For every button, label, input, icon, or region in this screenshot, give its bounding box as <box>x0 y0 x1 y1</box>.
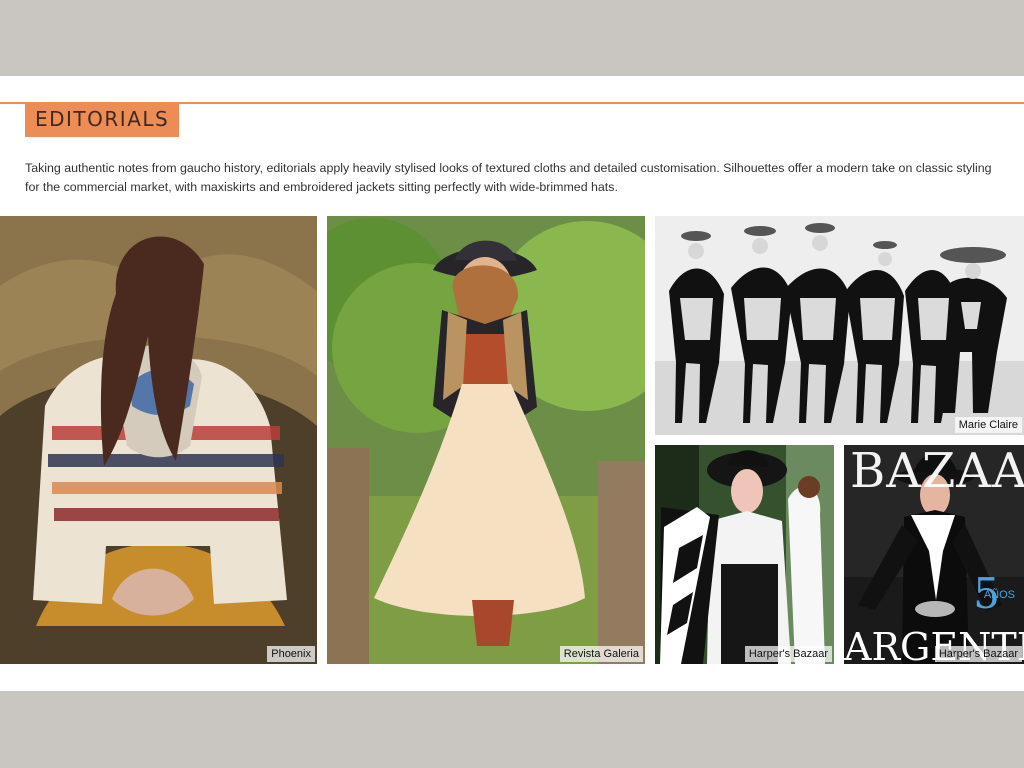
editorial-image-harpers-bazaar-portrait: Harper's Bazaar <box>655 445 834 664</box>
cover-masthead: BAZAAR <box>850 445 1024 499</box>
gauchos-photo-illustration <box>655 216 1024 435</box>
editorial-image-phoenix: Phoenix <box>0 216 317 664</box>
content-sheet: EDITORIALS Taking authentic notes from g… <box>0 76 1024 691</box>
image-caption: Harper's Bazaar <box>744 646 832 662</box>
editorial-image-marie-claire: Marie Claire <box>655 216 1024 435</box>
cover-anniversary-label: AÑOS <box>983 589 1015 601</box>
section-title: EDITORIALS <box>25 102 180 137</box>
editorial-image-harpers-bazaar-cover: BAZAAR 5 AÑOS ARGENTINA Harper's Bazaar <box>844 445 1024 664</box>
image-caption: Phoenix <box>267 646 315 662</box>
editorial-image-revista-galeria: Revista Galeria <box>327 216 645 664</box>
garden-photo-illustration <box>327 216 645 664</box>
page: EDITORIALS Taking authentic notes from g… <box>0 0 1024 768</box>
image-caption: Revista Galeria <box>559 646 643 662</box>
image-caption: Marie Claire <box>954 417 1022 433</box>
poncho-photo-illustration <box>0 216 317 664</box>
image-caption: Harper's Bazaar <box>934 646 1022 662</box>
section-intro: Taking authentic notes from gaucho histo… <box>25 161 992 194</box>
black-hat-portrait-illustration <box>655 445 834 664</box>
